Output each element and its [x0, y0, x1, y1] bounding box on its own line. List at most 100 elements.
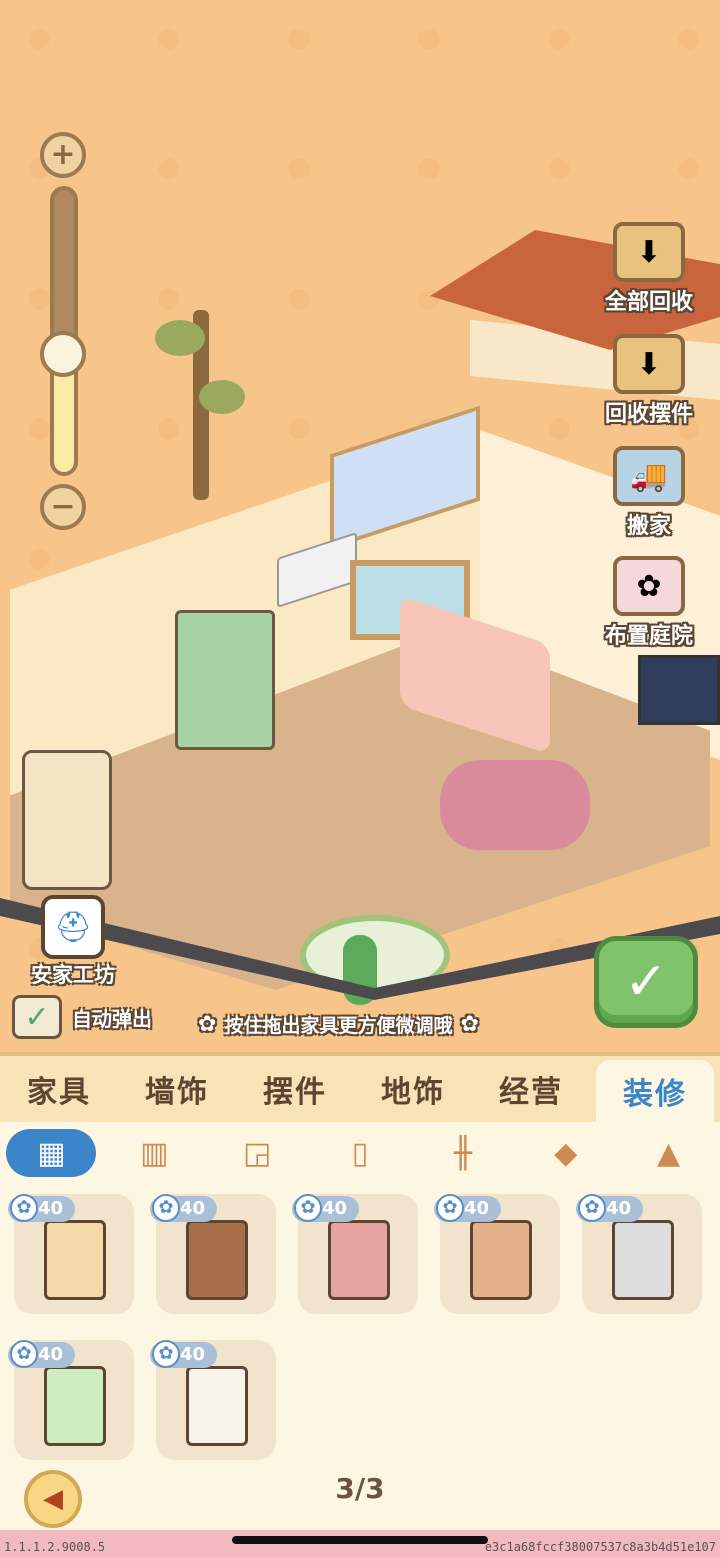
item-card[interactable]: ✿ 40 [8, 1340, 134, 1460]
yard-icon: ▲ [657, 1135, 681, 1171]
decorate-yard-button[interactable]: ✿ 布置庭院 [596, 556, 702, 650]
move-house-button[interactable]: 🚚 搬家 [596, 446, 702, 540]
subtab-window[interactable]: ◲ [206, 1122, 309, 1184]
item-price-value: 40 [38, 1344, 64, 1365]
flower-icon: ✿ [460, 1012, 479, 1037]
television[interactable] [638, 655, 720, 725]
flower-currency-icon: ✿ [10, 1340, 38, 1368]
subtab-fence[interactable]: ╫ [411, 1122, 514, 1184]
tree-leaves [155, 320, 205, 356]
subtab-roof[interactable]: ◆ [514, 1122, 617, 1184]
fence-icon: ╫ [453, 1135, 472, 1171]
plus-icon: + [50, 137, 76, 172]
item-thumbnail [612, 1220, 674, 1300]
kitchen-cabinet[interactable] [175, 610, 275, 750]
grid-icon: ▦ [6, 1129, 97, 1177]
item-price: ✿ 40 [8, 1194, 76, 1222]
check-icon: ✓ [624, 952, 668, 1012]
subtab-wall[interactable]: ▥ [103, 1122, 206, 1184]
recycle-all-button[interactable]: ⬇ 全部回收 [596, 222, 702, 316]
build-hash-text: e3c1a68fccf38007537c8a3b4d51e107 [484, 1540, 716, 1554]
item-price: ✿ 40 [434, 1194, 502, 1222]
item-card[interactable]: ✿ 40 [576, 1194, 702, 1314]
item-price: ✿ 40 [292, 1194, 360, 1222]
tab-ornaments[interactable]: 摆件 [236, 1056, 354, 1122]
home-indicator[interactable] [232, 1536, 488, 1544]
auto-popup-checkbox[interactable]: ✓ [12, 995, 62, 1039]
subtab-yard[interactable]: ▲ [617, 1122, 720, 1184]
confirm-button[interactable]: ✓ [594, 936, 698, 1028]
item-price-value: 40 [322, 1198, 348, 1219]
item-panel: ▦ ▥ ◲ ▯ ╫ ◆ ▲ ✿ 40 ✿ 40 ✿ 40 ✿ 40 ✿ 40 ✿ 40 ✿ 4… [0, 1122, 720, 1558]
item-thumbnail [44, 1220, 106, 1300]
item-card[interactable]: ✿ 40 [434, 1194, 560, 1314]
drag-hint-text: 按住拖出家具更方便微调哦 [224, 1015, 453, 1037]
page-indicator: 3/3 [335, 1472, 385, 1505]
move-house-label: 搬家 [626, 514, 671, 539]
subtab-door[interactable]: ▯ [309, 1122, 412, 1184]
door-icon: ▯ [351, 1135, 369, 1171]
flower-wreath-icon: ✿ [613, 556, 685, 616]
tab-wall-decor[interactable]: 墙饰 [118, 1056, 236, 1122]
item-card[interactable]: ✿ 40 [8, 1194, 134, 1314]
flower-currency-icon: ✿ [10, 1194, 38, 1222]
item-price-value: 40 [606, 1198, 632, 1219]
subcategory-tabs: ▦ ▥ ◲ ▯ ╫ ◆ ▲ [0, 1122, 720, 1184]
auto-popup-label: 自动弹出 [72, 1006, 152, 1031]
tab-floor-decor[interactable]: 地饰 [354, 1056, 472, 1122]
item-price-value: 40 [180, 1198, 206, 1219]
zoom-out-button[interactable]: − [40, 484, 86, 530]
box-down-icon: ⬇ [613, 222, 685, 282]
room-scene[interactable]: + − ⬇ 全部回收 ⬇ 回收摆件 🚚 搬家 ✿ 布置庭院 ⛑ 安家工坊 ✓ 自… [0, 0, 720, 1052]
tab-business[interactable]: 经营 [472, 1056, 590, 1122]
item-thumbnail [328, 1220, 390, 1300]
window-icon: ◲ [242, 1135, 272, 1171]
left-arrow-icon: ◀ [43, 1484, 63, 1514]
flower-currency-icon: ✿ [152, 1194, 180, 1222]
recycle-ornaments-button[interactable]: ⬇ 回收摆件 [596, 334, 702, 428]
back-button[interactable]: ◀ [24, 1470, 82, 1528]
item-price: ✿ 40 [150, 1340, 218, 1368]
flower-currency-icon: ✿ [294, 1194, 322, 1222]
home-workshop-label: 安家工坊 [31, 963, 115, 987]
zoom-slider-thumb[interactable] [40, 331, 86, 378]
drag-hint: ✿ 按住拖出家具更方便微调哦 ✿ [198, 1011, 479, 1038]
item-price: ✿ 40 [8, 1340, 76, 1368]
item-price-value: 40 [464, 1198, 490, 1219]
zoom-in-button[interactable]: + [40, 132, 86, 178]
item-thumbnail [186, 1366, 248, 1446]
item-thumbnail [44, 1366, 106, 1446]
check-icon: ✓ [24, 999, 50, 1035]
tab-renovation[interactable]: 装修 [596, 1060, 714, 1122]
workshop-hat-icon: ⛑ [41, 895, 105, 959]
wall-icon: ▥ [140, 1135, 169, 1171]
item-price: ✿ 40 [576, 1194, 644, 1222]
version-text: 1.1.1.2.9008.5 [4, 1540, 106, 1554]
fridge[interactable] [22, 750, 112, 890]
recycle-all-label: 全部回收 [604, 290, 693, 315]
subtab-all[interactable]: ▦ [0, 1122, 103, 1184]
item-price-value: 40 [38, 1198, 64, 1219]
flower-icon: ✿ [198, 1012, 217, 1037]
roof-icon: ◆ [554, 1135, 578, 1171]
item-card[interactable]: ✿ 40 [292, 1194, 418, 1314]
category-tabs: 家具 墙饰 摆件 地饰 经营 装修 [0, 1052, 720, 1122]
flower-currency-icon: ✿ [578, 1194, 606, 1222]
flower-currency-icon: ✿ [152, 1340, 180, 1368]
tab-furniture[interactable]: 家具 [0, 1056, 118, 1122]
flower-currency-icon: ✿ [436, 1194, 464, 1222]
recycle-ornaments-label: 回收摆件 [604, 402, 693, 427]
item-thumbnail [186, 1220, 248, 1300]
home-workshop-button[interactable]: ⛑ 安家工坊 [18, 895, 128, 989]
item-price: ✿ 40 [150, 1194, 218, 1222]
auto-popup-toggle[interactable]: ✓ 自动弹出 [12, 995, 152, 1039]
item-thumbnail [470, 1220, 532, 1300]
tree [155, 280, 245, 500]
sofa[interactable] [440, 760, 590, 850]
decorate-yard-label: 布置庭院 [604, 624, 693, 649]
tree-leaves [199, 380, 245, 414]
truck-icon: 🚚 [613, 446, 685, 506]
item-price-value: 40 [180, 1344, 206, 1365]
item-card[interactable]: ✿ 40 [150, 1194, 276, 1314]
item-card[interactable]: ✿ 40 [150, 1340, 276, 1460]
